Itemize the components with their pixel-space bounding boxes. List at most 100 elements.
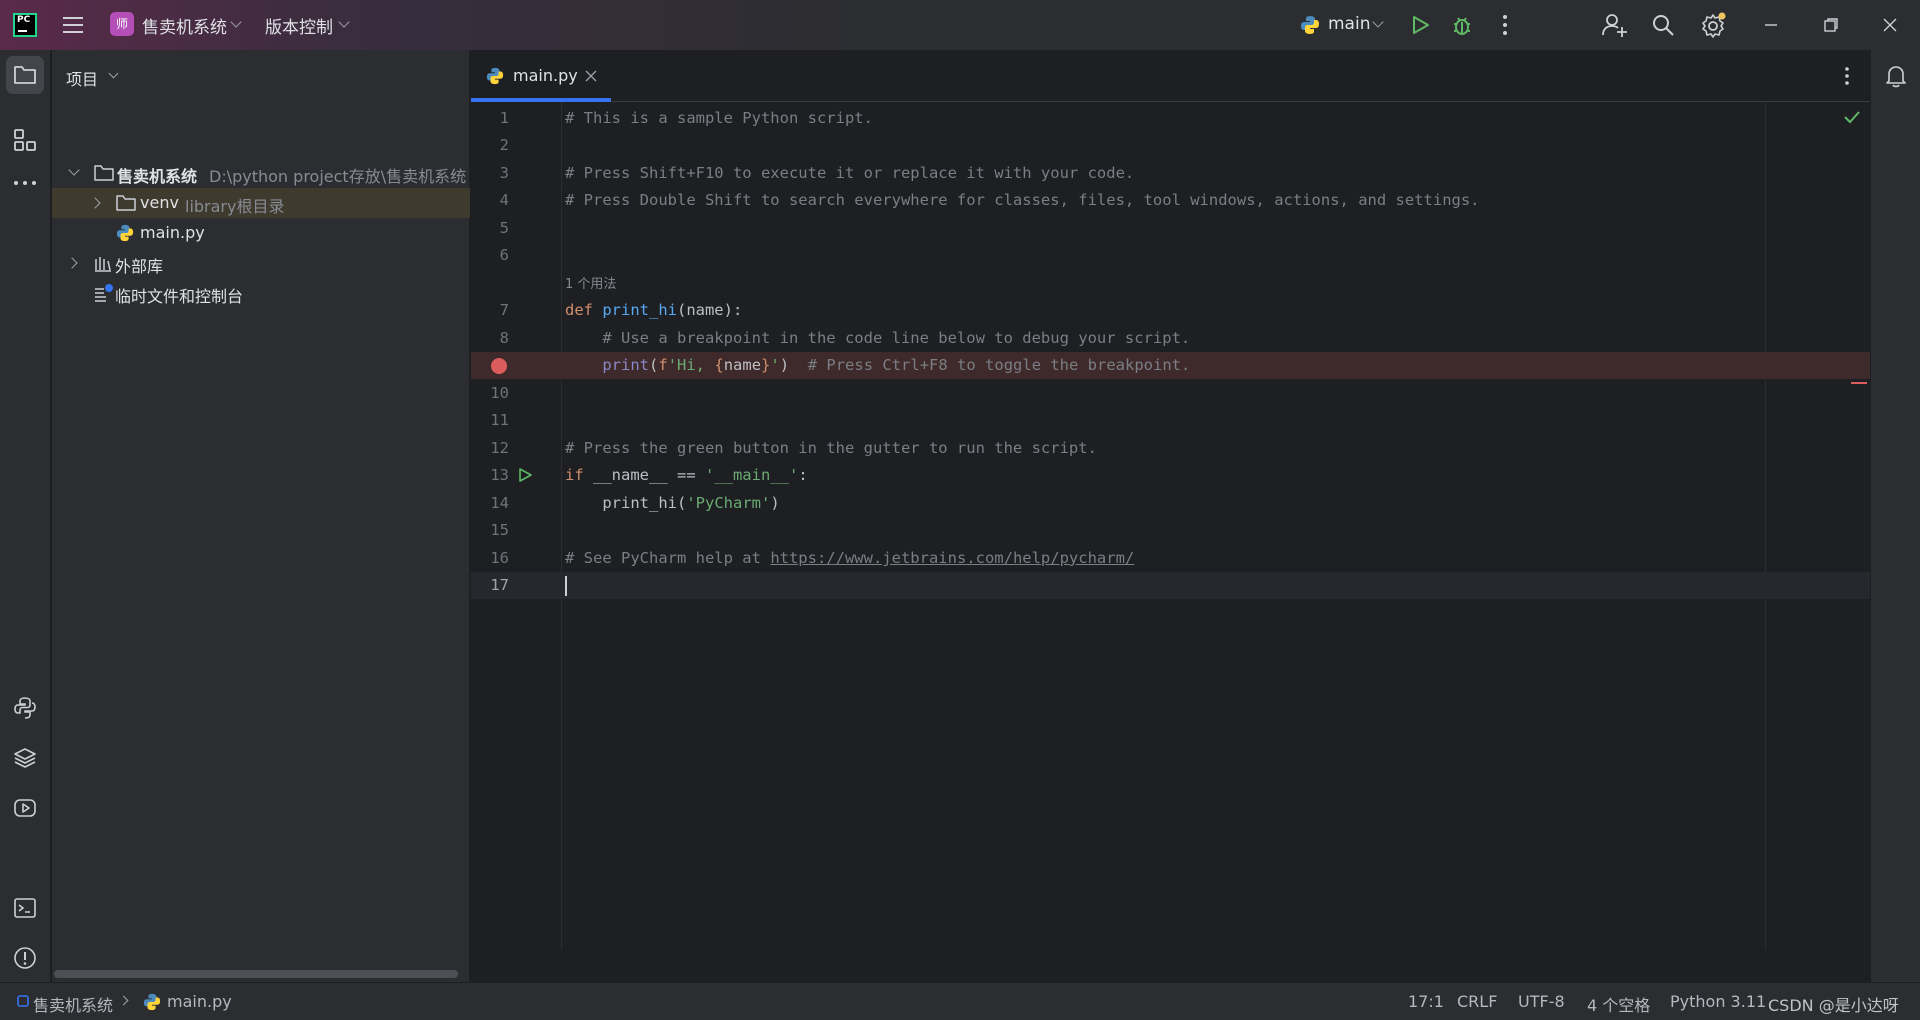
- code-text: (name):: [676, 301, 743, 319]
- code-text: __name__ ==: [593, 466, 705, 484]
- pycharm-logo-underline: [18, 30, 27, 32]
- tab-main-py[interactable]: main.py: [471, 50, 611, 102]
- project-badge: 师: [110, 12, 134, 36]
- line-ending[interactable]: CRLF: [1457, 992, 1497, 1011]
- code-text: # Press the green button in the gutter t…: [565, 439, 1097, 457]
- more-vertical-icon[interactable]: [1841, 66, 1853, 86]
- help-link[interactable]: https://www.jetbrains.com/help/pycharm/: [770, 549, 1134, 567]
- code-text: if __name__ == '__main__':: [565, 466, 808, 484]
- breadcrumb-project[interactable]: 售卖机系统: [33, 992, 113, 1016]
- code-keyword: def: [565, 301, 603, 319]
- text-caret: [565, 576, 567, 596]
- tree-item-hint: library根目录: [185, 197, 285, 216]
- code-string: '__main__': [704, 466, 799, 484]
- line-number: 3: [499, 164, 509, 182]
- python-file-icon: [143, 993, 161, 1011]
- breadcrumb-file[interactable]: main.py: [167, 992, 232, 1011]
- project-widget[interactable]: 师 售卖机系统: [108, 10, 246, 40]
- more-vertical-icon[interactable]: [1496, 13, 1514, 37]
- services-icon[interactable]: [13, 796, 37, 820]
- folder-icon: [116, 195, 136, 211]
- python-packages-icon[interactable]: [13, 746, 37, 770]
- code-string: 'PyCharm': [686, 494, 771, 512]
- code-text: def print_hi(name):: [565, 301, 742, 319]
- code-variable: name: [723, 356, 762, 374]
- line-number: 10: [490, 384, 509, 402]
- vcs-menu-label: 版本控制: [265, 18, 333, 38]
- file-encoding[interactable]: UTF-8: [1518, 992, 1565, 1011]
- debug-icon[interactable]: [1450, 12, 1474, 38]
- project-panel-header[interactable]: 项目: [66, 64, 136, 90]
- indent-setting[interactable]: 4 个空格: [1587, 992, 1650, 1016]
- code-line: 12 # Press the green button in the gutte…: [471, 435, 1870, 462]
- scratches-icon: [95, 284, 113, 302]
- project-name: 售卖机系统: [142, 18, 227, 38]
- caret-position[interactable]: 17:1: [1408, 992, 1444, 1011]
- code-editor[interactable]: 1 # This is a sample Python script. 2 3 …: [471, 102, 1870, 950]
- restore-icon[interactable]: [1823, 17, 1839, 33]
- status-bar: 售卖机系统 main.py 17:1 CRLF UTF-8 4 个空格 Pyth…: [0, 982, 1920, 1020]
- structure-icon[interactable]: [13, 128, 37, 152]
- chevron-down-icon: [108, 68, 119, 79]
- tree-item-main-py[interactable]: main.py: [52, 218, 470, 248]
- code-brace: }: [761, 356, 771, 374]
- code-string: 'Hi,: [667, 356, 715, 374]
- chevron-down-icon: [1372, 16, 1384, 28]
- tree-item-scratches[interactable]: 临时文件和控制台: [52, 278, 470, 308]
- close-tab-icon[interactable]: [585, 70, 597, 82]
- code-line: 5: [471, 215, 1870, 242]
- code-line: 2: [471, 132, 1870, 159]
- collapse-arrow-icon[interactable]: [66, 257, 78, 269]
- usage-inlay-hint[interactable]: 1 个用法: [565, 273, 616, 292]
- hamburger-menu-icon[interactable]: [62, 14, 84, 36]
- project-module-icon: [17, 995, 29, 1007]
- code-line: 16 # See PyCharm help at https://www.jet…: [471, 545, 1870, 572]
- run-icon[interactable]: [1408, 13, 1432, 37]
- line-number: 1: [499, 109, 509, 127]
- project-panel: 项目 售卖机系统 D:\python project存放\售卖机系统 venv …: [52, 50, 470, 982]
- code-text: (: [649, 356, 659, 374]
- line-number: 13: [490, 466, 509, 484]
- more-horizontal-icon[interactable]: [13, 177, 37, 189]
- code-line: 15: [471, 517, 1870, 544]
- line-number: 14: [490, 494, 509, 512]
- notifications-bell-icon[interactable]: [1885, 64, 1907, 88]
- python-file-icon: [486, 67, 504, 85]
- project-tool-button[interactable]: [6, 56, 44, 94]
- pycharm-logo-text: PC: [17, 15, 31, 25]
- code-line: 10: [471, 380, 1870, 407]
- close-icon[interactable]: [1882, 17, 1898, 33]
- line-number: 5: [499, 219, 509, 237]
- search-icon[interactable]: [1651, 13, 1675, 37]
- vcs-widget[interactable]: 版本控制: [262, 10, 352, 40]
- code-text: # Press Shift+F10 to execute it or repla…: [565, 164, 1135, 182]
- settings-icon[interactable]: [1700, 12, 1726, 38]
- minimize-icon[interactable]: [1764, 18, 1778, 32]
- horizontal-scrollbar[interactable]: [54, 970, 458, 978]
- code-builtin: print: [602, 356, 649, 374]
- terminal-icon[interactable]: [13, 896, 37, 920]
- right-tool-strip: [1870, 50, 1920, 982]
- code-fstring-prefix: f: [658, 356, 668, 374]
- code-comment: # Press Ctrl+F8 to toggle the breakpoint…: [789, 356, 1191, 374]
- tree-item-root[interactable]: 售卖机系统 D:\python project存放\售卖机系统: [52, 158, 470, 188]
- tree-item-external-libraries[interactable]: 外部库: [52, 248, 470, 278]
- code-brace: {: [714, 356, 724, 374]
- python-console-icon[interactable]: [13, 696, 37, 720]
- code-line: 4 # Press Double Shift to search everywh…: [471, 187, 1870, 214]
- python-interpreter[interactable]: Python 3.11: [1670, 992, 1766, 1011]
- code-line: 7 def print_hi(name):: [471, 297, 1870, 324]
- pycharm-logo-icon[interactable]: PC: [13, 13, 37, 37]
- run-config-selector[interactable]: main: [1296, 10, 1388, 40]
- tree-item-label: venv: [140, 193, 179, 212]
- problems-icon[interactable]: [13, 946, 37, 970]
- gutter-run-icon[interactable]: [517, 467, 533, 483]
- code-line: 14 print_hi('PyCharm'): [471, 490, 1870, 517]
- add-user-icon[interactable]: [1602, 12, 1628, 38]
- collapse-arrow-icon[interactable]: [89, 197, 101, 209]
- code-text: print_hi(: [565, 494, 687, 512]
- project-badge-letter: 师: [115, 17, 128, 31]
- tree-item-venv[interactable]: venv library根目录: [52, 188, 470, 218]
- expand-arrow-icon[interactable]: [68, 164, 80, 176]
